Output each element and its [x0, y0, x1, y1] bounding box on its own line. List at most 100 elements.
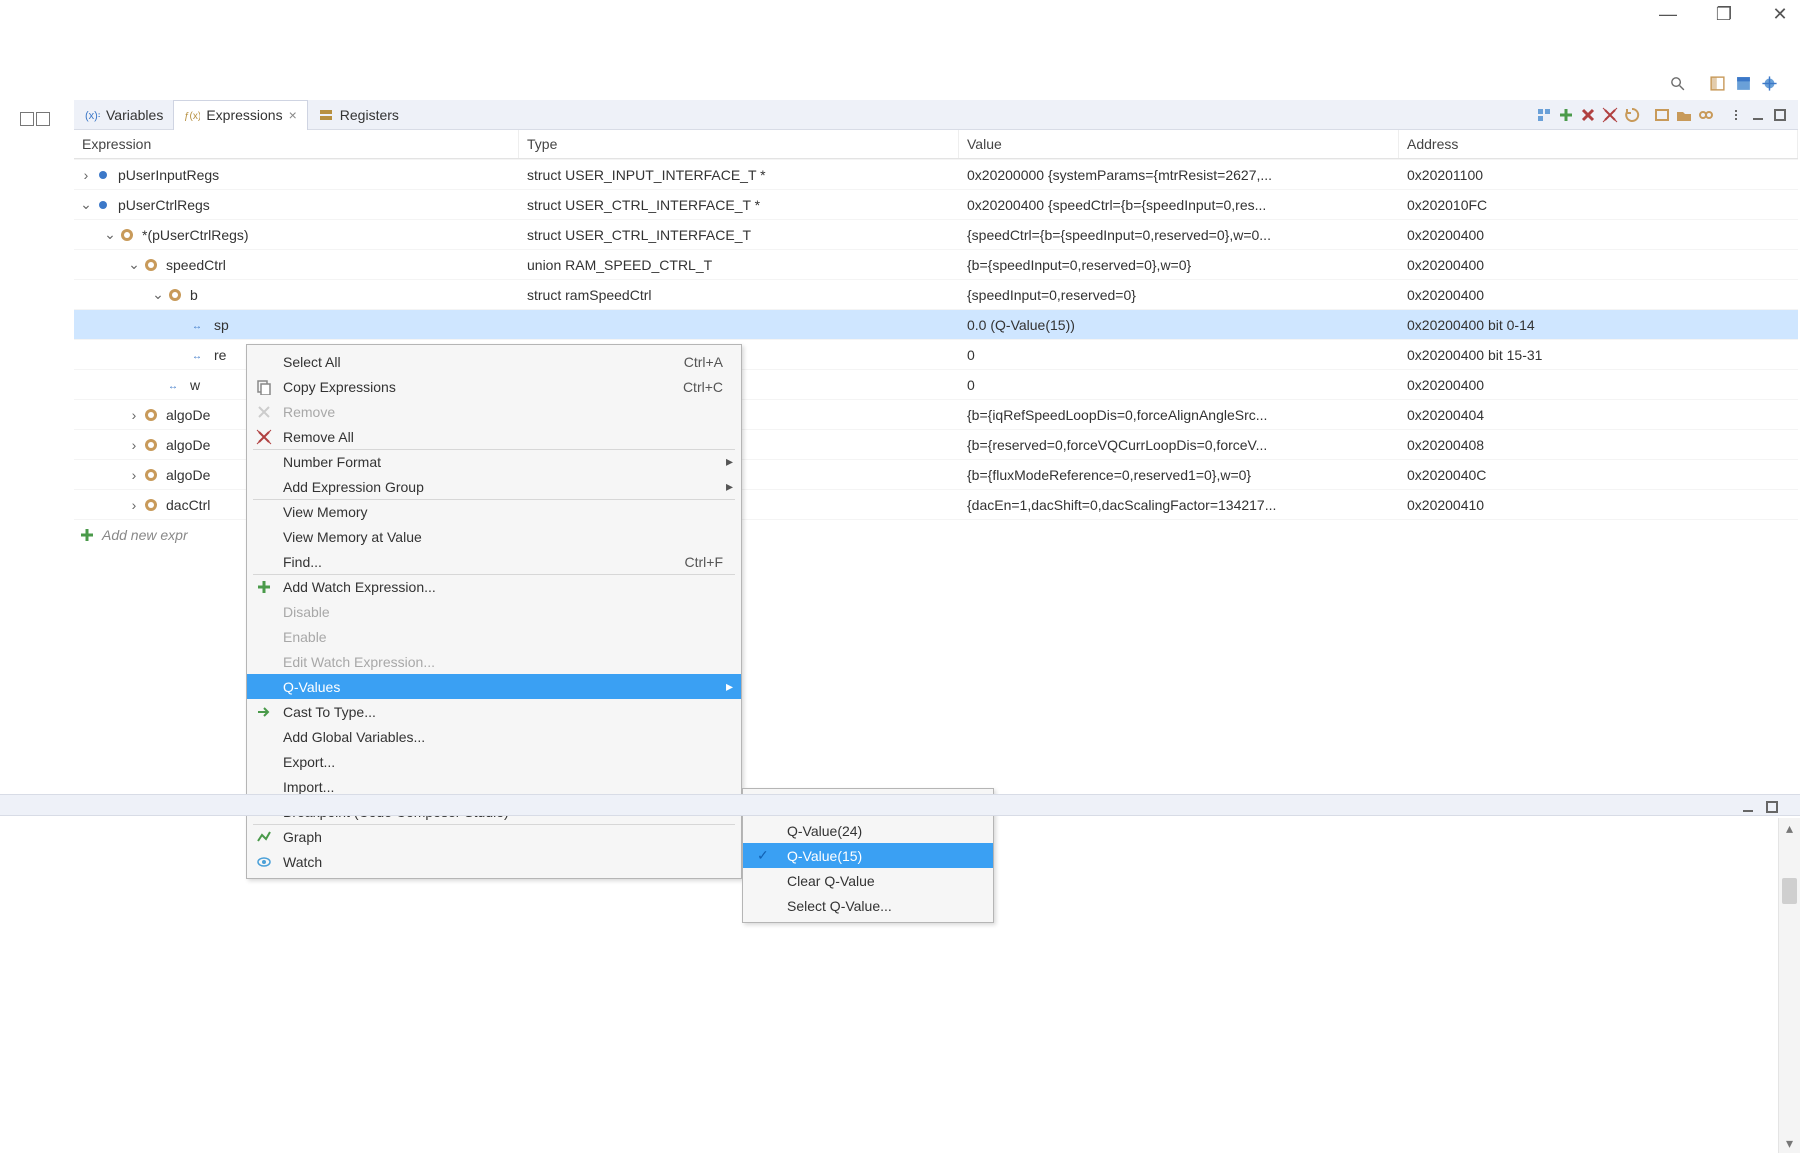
- window-layout-icon[interactable]: [1732, 72, 1754, 94]
- menu-add-global-variables[interactable]: Add Global Variables...: [247, 724, 741, 749]
- bottom-minimize-icon[interactable]: [1738, 797, 1758, 817]
- menu-view-memory[interactable]: View Memory: [247, 499, 741, 524]
- menu-graph[interactable]: Graph: [247, 824, 741, 849]
- column-type[interactable]: Type: [519, 130, 959, 158]
- row-value[interactable]: 0x20200400 {speedCtrl={b={speedInput=0,r…: [959, 194, 1399, 216]
- row-value[interactable]: {b={iqRefSpeedLoopDis=0,forceAlignAngleS…: [959, 404, 1399, 426]
- search-icon[interactable]: [1666, 72, 1688, 94]
- dock-handle-max-icon[interactable]: [36, 112, 50, 126]
- menu-cast-to-type[interactable]: Cast To Type...: [247, 699, 741, 724]
- window-controls: — ❐ ✕: [1656, 4, 1792, 25]
- toolbar-remove-all-icon[interactable]: [1600, 105, 1620, 125]
- menu-number-format[interactable]: Number Format▸: [247, 449, 741, 474]
- menu-remove-all[interactable]: Remove All: [247, 424, 741, 449]
- menu-copy-expressions[interactable]: Copy Expressions Ctrl+C: [247, 374, 741, 399]
- row-value[interactable]: 0: [959, 344, 1399, 366]
- add-new-label: Add new expr: [102, 527, 188, 543]
- column-address[interactable]: Address: [1399, 130, 1798, 158]
- menu-q-values[interactable]: Q-Values▸: [247, 674, 741, 699]
- tab-expressions[interactable]: ƒ(x) Expressions ×: [173, 100, 307, 130]
- submenu-q24[interactable]: Q-Value(24): [743, 818, 993, 843]
- row-name: sp: [214, 317, 229, 333]
- submenu-q15[interactable]: ✓ Q-Value(15): [743, 843, 993, 868]
- expand-toggle-icon[interactable]: ›: [126, 497, 142, 513]
- scroll-up-icon[interactable]: ▴: [1779, 818, 1800, 838]
- dock-handle-min-icon[interactable]: [20, 112, 34, 126]
- row-type: union RAM_SPEED_CTRL_T: [519, 254, 959, 276]
- row-value[interactable]: {speedCtrl={b={speedInput=0,reserved=0},…: [959, 224, 1399, 246]
- column-value[interactable]: Value: [959, 130, 1399, 158]
- row-type-icon: [118, 226, 136, 244]
- toolbar-open-icon[interactable]: [1674, 105, 1694, 125]
- svg-text:↔: ↔: [168, 381, 178, 390]
- toolbar-new-tab-icon[interactable]: [1652, 105, 1672, 125]
- menu-select-all[interactable]: Select All Ctrl+A: [247, 349, 741, 374]
- row-value[interactable]: 0: [959, 374, 1399, 396]
- close-tab-icon[interactable]: ×: [289, 107, 297, 123]
- menu-watch[interactable]: Watch: [247, 849, 741, 874]
- tab-variables-label: Variables: [106, 107, 163, 123]
- row-name: algoDe: [166, 437, 210, 453]
- row-value[interactable]: {speedInput=0,reserved=0}: [959, 284, 1399, 306]
- menu-export[interactable]: Export...: [247, 749, 741, 774]
- row-value[interactable]: {b={fluxModeReference=0,reserved1=0},w=0…: [959, 464, 1399, 486]
- toolbar-refresh-icon[interactable]: [1622, 105, 1642, 125]
- expand-toggle-icon[interactable]: ›: [126, 437, 142, 453]
- row-value[interactable]: {b={reserved=0,forceVQCurrLoopDis=0,forc…: [959, 434, 1399, 456]
- tab-variables[interactable]: (x)= Variables: [74, 100, 173, 130]
- table-row[interactable]: ⌄pUserCtrlRegsstruct USER_CTRL_INTERFACE…: [74, 189, 1798, 219]
- toolbar-add-icon[interactable]: [1556, 105, 1576, 125]
- row-type: struct USER_CTRL_INTERFACE_T: [519, 224, 959, 246]
- tab-registers[interactable]: Registers: [308, 100, 409, 130]
- table-row[interactable]: ↔sp0.0 (Q-Value(15))0x20200400 bit 0-14: [74, 309, 1798, 339]
- column-expression[interactable]: Expression: [74, 130, 519, 158]
- tab-registers-label: Registers: [340, 107, 399, 123]
- toolbar-remove-icon[interactable]: [1578, 105, 1598, 125]
- submenu-clear-q[interactable]: Clear Q-Value: [743, 868, 993, 893]
- table-header: Expression Type Value Address: [74, 130, 1798, 159]
- debug-perspective-icon[interactable]: [1758, 72, 1780, 94]
- row-name: b: [190, 287, 198, 303]
- row-value[interactable]: {b={speedInput=0,reserved=0},w=0}: [959, 254, 1399, 276]
- toolbar-link-icon[interactable]: [1696, 105, 1716, 125]
- expand-toggle-icon[interactable]: ›: [78, 167, 94, 183]
- bottom-scrollbar[interactable]: ▴ ▾: [1778, 818, 1800, 1153]
- table-row[interactable]: ›pUserInputRegsstruct USER_INPUT_INTERFA…: [74, 159, 1798, 189]
- toolbar-tree-icon[interactable]: [1534, 105, 1554, 125]
- row-value[interactable]: 0.0 (Q-Value(15)): [959, 314, 1399, 336]
- bottom-maximize-icon[interactable]: [1762, 797, 1782, 817]
- svg-text:↔: ↔: [192, 321, 202, 330]
- view-toolbar: [1534, 105, 1798, 125]
- expand-toggle-icon[interactable]: ⌄: [78, 196, 94, 213]
- expand-toggle-icon[interactable]: ⌄: [150, 286, 166, 303]
- top-toolbar: [1666, 72, 1780, 94]
- menu-add-watch-expression[interactable]: Add Watch Expression...: [247, 574, 741, 599]
- toolbar-maximize-icon[interactable]: [1770, 105, 1790, 125]
- table-row[interactable]: ⌄bstruct ramSpeedCtrl{speedInput=0,reser…: [74, 279, 1798, 309]
- menu-add-expression-group[interactable]: Add Expression Group▸: [247, 474, 741, 499]
- toolbar-menu-icon[interactable]: [1726, 105, 1746, 125]
- submenu-select-q[interactable]: Select Q-Value...: [743, 893, 993, 918]
- expand-toggle-icon[interactable]: ›: [126, 407, 142, 423]
- table-row[interactable]: ⌄speedCtrlunion RAM_SPEED_CTRL_T{b={spee…: [74, 249, 1798, 279]
- row-address: 0x20201100: [1399, 164, 1798, 186]
- scroll-thumb[interactable]: [1782, 878, 1797, 904]
- table-row[interactable]: ⌄ *(pUserCtrlRegs) struct USER_CTRL_INTERF…: [74, 219, 1798, 249]
- row-type-icon: ↔: [190, 316, 208, 334]
- row-value[interactable]: {dacEn=1,dacShift=0,dacScalingFactor=134…: [959, 494, 1399, 516]
- minimize-button[interactable]: —: [1656, 4, 1680, 25]
- scroll-down-icon[interactable]: ▾: [1779, 1133, 1800, 1153]
- expand-toggle-icon[interactable]: ›: [126, 467, 142, 483]
- expand-toggle-icon[interactable]: ⌄: [102, 226, 118, 243]
- close-window-button[interactable]: ✕: [1768, 4, 1792, 25]
- open-perspective-icon[interactable]: [1706, 72, 1728, 94]
- expand-toggle-icon[interactable]: ⌄: [126, 256, 142, 273]
- maximize-button[interactable]: ❐: [1712, 4, 1736, 25]
- toolbar-minimize-icon[interactable]: [1748, 105, 1768, 125]
- row-name: *(pUserCtrlRegs): [142, 227, 249, 243]
- row-name: algoDe: [166, 467, 210, 483]
- menu-find[interactable]: Find... Ctrl+F: [247, 549, 741, 574]
- row-value[interactable]: 0x20200000 {systemParams={mtrResist=2627…: [959, 164, 1399, 186]
- menu-view-memory-at-value[interactable]: View Memory at Value: [247, 524, 741, 549]
- menu-edit-watch-expression: Edit Watch Expression...: [247, 649, 741, 674]
